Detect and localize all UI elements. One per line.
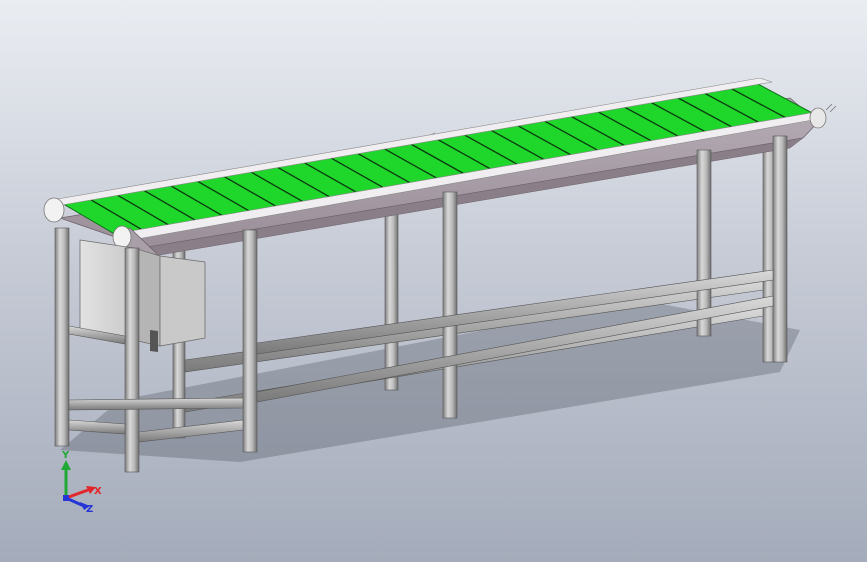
conveyor-model[interactable]: Y X Z	[0, 0, 867, 562]
coordinate-triad: Y X Z	[61, 450, 102, 515]
left-end-roller	[43, 197, 65, 223]
triad-y-label: Y	[61, 450, 70, 461]
x-axis-line	[65, 488, 89, 500]
triad-origin	[63, 495, 69, 501]
triad-x-label: X	[94, 486, 102, 497]
graphics-viewport[interactable]: Y X Z	[0, 0, 867, 562]
drive-roller	[112, 225, 132, 249]
arrow-y-icon	[61, 460, 71, 470]
right-end-roller	[809, 107, 827, 129]
triad-z-label: Z	[86, 504, 93, 515]
right-end-marker	[825, 103, 837, 113]
